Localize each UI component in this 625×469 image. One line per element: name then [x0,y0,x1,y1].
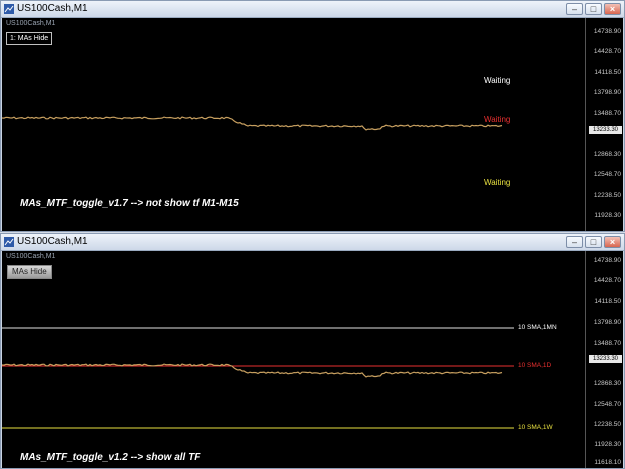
sma-label-weekly: 10 SMA,1W [518,424,553,431]
price-tick: 12868.30 [593,380,621,387]
price-tick: 13488.70 [593,110,621,117]
title-bar[interactable]: US100Cash,M1 – □ × [1,234,624,251]
waiting-label-red: Waiting [484,115,511,124]
chart-app-icon [4,237,14,247]
price-chart [2,327,514,429]
maximize-button[interactable]: □ [585,236,602,248]
price-tick: 14738.90 [593,257,621,264]
price-tick: 12238.50 [593,421,621,428]
minimize-button[interactable]: – [566,236,583,248]
symbol-label: US100Cash,M1 [6,20,56,27]
window-title: US100Cash,M1 [17,236,88,247]
price-tick: 12548.70 [593,401,621,408]
maximize-button[interactable]: □ [585,3,602,15]
sma-label-monthly: 10 SMA,1MN [518,324,557,331]
chart-window-top[interactable]: US100Cash,M1 – □ × US100Cash,M1 1: MAs H… [0,0,625,232]
chart-app-icon [4,4,14,14]
caption-text: MAs_MTF_toggle_v1.2 --> show all TF [20,452,201,463]
price-tick: 14118.50 [594,298,621,305]
current-price-tag: 13233.30 [589,355,622,363]
price-tick: 12238.50 [593,192,621,199]
current-price-tag: 13233.30 [589,126,622,134]
mas-hide-button[interactable]: MAs Hide [7,265,52,279]
price-tick: 12548.70 [593,171,621,178]
price-tick: 14428.70 [593,277,621,284]
chart-area[interactable]: US100Cash,M1 MAs Hide 10 SMA,1MN 10 SMA,… [2,251,623,468]
price-tick: 11928.30 [594,212,621,219]
symbol-label: US100Cash,M1 [6,253,56,260]
waiting-label-white: Waiting [484,76,511,85]
price-tick: 11618.10 [594,459,621,466]
caption-text: MAs_MTF_toggle_v1.7 --> not show tf M1-M… [20,198,239,209]
price-tick: 14118.50 [594,69,621,76]
price-tick: 12868.30 [593,151,621,158]
price-tick: 13488.70 [593,340,621,347]
price-tick: 14428.70 [593,48,621,55]
price-axis: 14738.90 14428.70 14118.50 13798.90 1348… [585,18,623,231]
close-button[interactable]: × [604,3,621,15]
price-tick: 13798.90 [593,319,621,326]
price-line [2,116,503,131]
waiting-label-yellow: Waiting [484,178,511,187]
price-tick: 13798.90 [593,89,621,96]
chart-area[interactable]: US100Cash,M1 1: MAs Hide Waiting Waiting… [2,18,623,231]
sma-label-daily: 10 SMA,1D [518,362,552,369]
minimize-button[interactable]: – [566,3,583,15]
window-title: US100Cash,M1 [17,3,88,14]
price-tick: 14738.90 [593,28,621,35]
chart-window-bottom[interactable]: US100Cash,M1 – □ × US100Cash,M1 MAs Hide… [0,233,625,469]
price-axis: 14738.90 14428.70 14118.50 13798.90 1348… [585,251,623,468]
title-bar[interactable]: US100Cash,M1 – □ × [1,1,624,18]
mas-hide-button[interactable]: 1: MAs Hide [6,32,53,45]
price-tick: 11928.30 [594,441,621,448]
close-button[interactable]: × [604,236,621,248]
